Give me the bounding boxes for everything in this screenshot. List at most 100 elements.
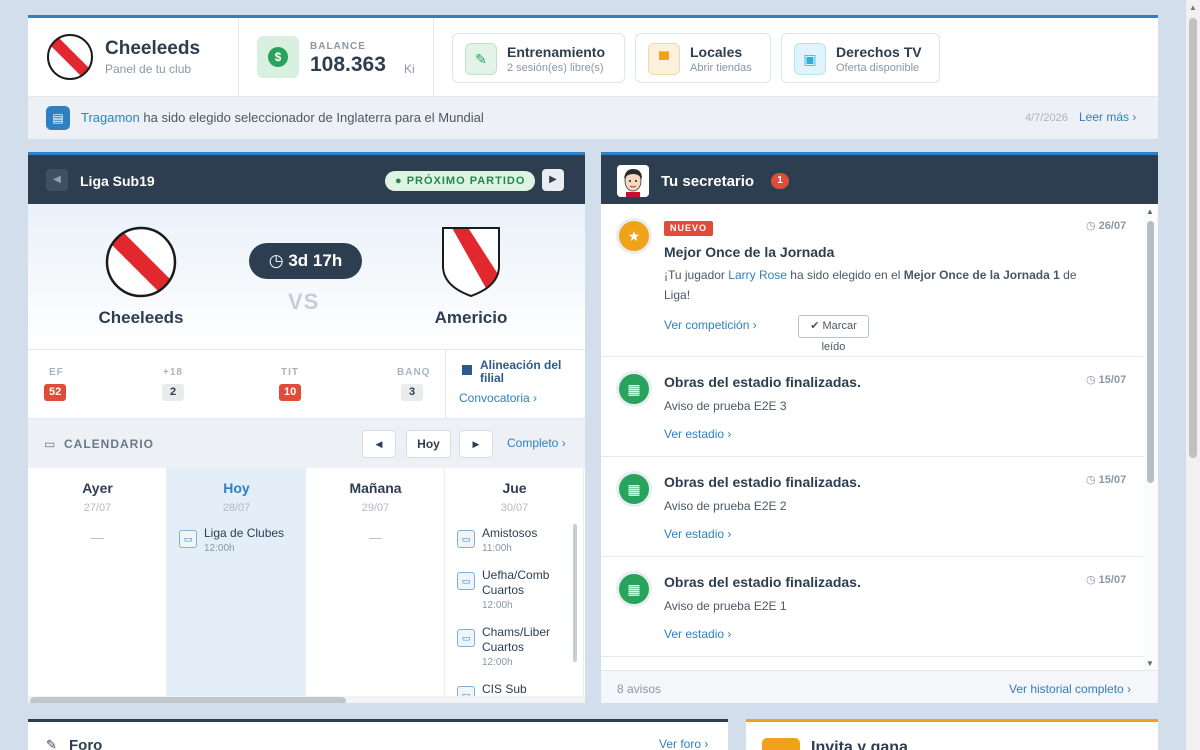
- secretary-panel: Tu secretario 1 ★ NUEVO ◷ 26/07 Mejor On…: [601, 152, 1158, 703]
- mark-read-button[interactable]: ✔ Marcar leído: [798, 315, 869, 353]
- away-crest-icon: [442, 227, 500, 298]
- notification-title: Obras del estadio finalizadas.: [664, 574, 861, 590]
- news-date: 4/7/2026: [1025, 112, 1068, 124]
- match-panel: ◀ Liga Sub19 ● PRÓXIMO PARTIDO ▶ Cheelee…: [28, 152, 585, 703]
- next-match-button[interactable]: ▶: [542, 169, 564, 191]
- notification-date: ◷ 15/07: [1086, 574, 1127, 586]
- calendar-today-button[interactable]: Hoy: [406, 430, 451, 458]
- divider: [238, 18, 239, 96]
- calendar-day-today[interactable]: Hoy 28/07 ▭ Liga de Clubes 12:00h: [167, 468, 306, 703]
- quick-sub: Oferta disponible: [836, 62, 920, 74]
- stat-label: EF: [49, 367, 64, 378]
- match-header: ◀ Liga Sub19 ● PRÓXIMO PARTIDO ▶: [28, 155, 585, 204]
- notification-item[interactable]: ▦ ◷ 15/07 Obras del estadio finalizadas.…: [601, 457, 1144, 557]
- notification-date: ◷ 15/07: [1086, 474, 1127, 486]
- calendar-title: CALENDARIO: [64, 437, 154, 451]
- page-scroll-up-icon[interactable]: ▲: [1189, 3, 1197, 12]
- secretary-footer: 8 avisos Ver historial completo ›: [601, 670, 1158, 703]
- invite-title: Invita y gana: [811, 739, 908, 750]
- event-calendar-icon: ▭: [457, 629, 475, 647]
- calendar-bar: ▭ CALENDARIO ◀ Hoy ▶ Completo ›: [28, 418, 585, 468]
- invite-card: Invita y gana: [746, 719, 1158, 750]
- balance-label: BALANCE: [310, 41, 366, 52]
- day-name: Ayer: [82, 480, 113, 496]
- event-calendar-icon: ▭: [179, 530, 197, 548]
- view-stadium-link[interactable]: Ver estadio ›: [664, 627, 731, 641]
- scroll-down-icon[interactable]: ▼: [1146, 659, 1154, 668]
- event-time: 12:00h: [482, 600, 513, 611]
- event-name[interactable]: Uefha/Comb Cuartos: [482, 568, 562, 598]
- quick-title: Locales: [690, 44, 743, 60]
- balance-value: 108.363: [310, 53, 386, 76]
- stadium-icon: ▦: [619, 574, 649, 604]
- forum-title: Foro: [69, 737, 103, 750]
- club-subtitle: Panel de tu club: [105, 62, 192, 76]
- event-name[interactable]: Amistosos: [482, 526, 562, 541]
- notification-title: Obras del estadio finalizadas.: [664, 474, 861, 490]
- event-name[interactable]: Chams/Liber Cuartos: [482, 625, 562, 655]
- calendar-day[interactable]: Ayer 27/07 —: [28, 468, 167, 703]
- tv-icon: ▣: [794, 43, 826, 75]
- notification-item[interactable]: ▦ ◷ 15/07 Obras del estadio finalizadas.…: [601, 557, 1144, 657]
- calendar-icon: ▭: [44, 437, 56, 451]
- lineup-icon: [462, 365, 472, 375]
- event-calendar-icon: ▭: [457, 572, 475, 590]
- notification-text: Aviso de prueba E2E 1: [664, 599, 787, 613]
- calendar-h-scrollbar[interactable]: [30, 697, 346, 703]
- event-calendar-icon: ▭: [457, 686, 475, 696]
- stat-label: BANQ: [397, 367, 431, 378]
- day-scrollbar[interactable]: [573, 524, 577, 662]
- day-name: Mañana: [349, 480, 402, 496]
- quick-training-button[interactable]: ✎ Entrenamiento 2 sesión(es) libre(s): [452, 33, 625, 83]
- quick-sub: 2 sesión(es) libre(s): [507, 62, 604, 74]
- stat-value: 10: [279, 384, 302, 401]
- day-name: Jue: [502, 480, 527, 496]
- secretary-header: Tu secretario 1: [601, 155, 1158, 204]
- quick-tv-rights-button[interactable]: ▣ Derechos TV Oferta disponible: [781, 33, 940, 83]
- quick-title: Derechos TV: [836, 44, 922, 60]
- notification-text: Aviso de prueba E2E 3: [664, 399, 787, 413]
- calendar-full-link[interactable]: Completo ›: [507, 436, 566, 450]
- prev-match-button[interactable]: ◀: [46, 169, 68, 191]
- calendar-days: Ayer 27/07 — Hoy 28/07 ▭ Liga de Clubes …: [28, 468, 585, 703]
- stat-label: +18: [163, 367, 183, 378]
- countdown: ◷ 3d 17h: [249, 243, 362, 279]
- secretary-scrollbar[interactable]: [1147, 221, 1154, 483]
- secretary-title: Tu secretario: [661, 173, 755, 190]
- event-name[interactable]: CIS Sub: [482, 682, 562, 696]
- forum-link[interactable]: Ver foro ›: [659, 737, 708, 750]
- calendar-day[interactable]: Mañana 29/07 —: [306, 468, 445, 703]
- view-stadium-link[interactable]: Ver estadio ›: [664, 527, 731, 541]
- history-link[interactable]: Ver historial completo ›: [1009, 682, 1131, 696]
- page-scrollbar[interactable]: [1189, 18, 1197, 458]
- read-more-link[interactable]: Leer más ›: [1079, 110, 1136, 124]
- view-stadium-link[interactable]: Ver estadio ›: [664, 427, 731, 441]
- forum-card: ✎ Foro Ver foro ›: [28, 719, 728, 750]
- notification-item[interactable]: ★ NUEVO ◷ 26/07 Mejor Once de la Jornada…: [601, 204, 1144, 357]
- league-name: Liga Sub19: [80, 173, 155, 189]
- home-crest-icon: [105, 226, 177, 298]
- event-name[interactable]: Liga de Clubes: [204, 526, 302, 541]
- calendar-next-button[interactable]: ▶: [459, 430, 493, 458]
- club-name: Cheeleeds: [105, 38, 201, 59]
- notification-count: 8 avisos: [617, 682, 662, 696]
- new-badge: NUEVO: [664, 221, 714, 236]
- player-link[interactable]: Larry Rose: [728, 268, 787, 282]
- callup-link[interactable]: Convocatoria ›: [459, 391, 537, 405]
- away-team-name: Americio: [434, 308, 508, 327]
- day-date: 29/07: [361, 502, 390, 514]
- event-time: 12:00h: [482, 657, 513, 668]
- next-match-badge: ● PRÓXIMO PARTIDO: [385, 171, 536, 191]
- club-crest-icon: [47, 34, 93, 80]
- scroll-up-icon[interactable]: ▲: [1146, 207, 1154, 216]
- news-player-link[interactable]: Tragamon: [81, 110, 140, 125]
- match-body: Cheeleeds ◷ 3d 17h VS Americio: [28, 204, 585, 349]
- calendar-prev-button[interactable]: ◀: [362, 430, 396, 458]
- calendar-day[interactable]: Jue 30/07 ▭ Amistosos 11:00h ▭ Uefha/Com…: [445, 468, 584, 696]
- day-date: 30/07: [500, 502, 529, 514]
- balance-icon: $: [257, 36, 299, 78]
- club-header: Cheeleeds Panel de tu club $ BALANCE 108…: [28, 15, 1158, 139]
- notification-item[interactable]: ▦ ◷ 15/07 Obras del estadio finalizadas.…: [601, 357, 1144, 457]
- view-competition-link[interactable]: Ver competición ›: [664, 318, 757, 332]
- quick-shops-button[interactable]: ▀ Locales Abrir tiendas: [635, 33, 771, 83]
